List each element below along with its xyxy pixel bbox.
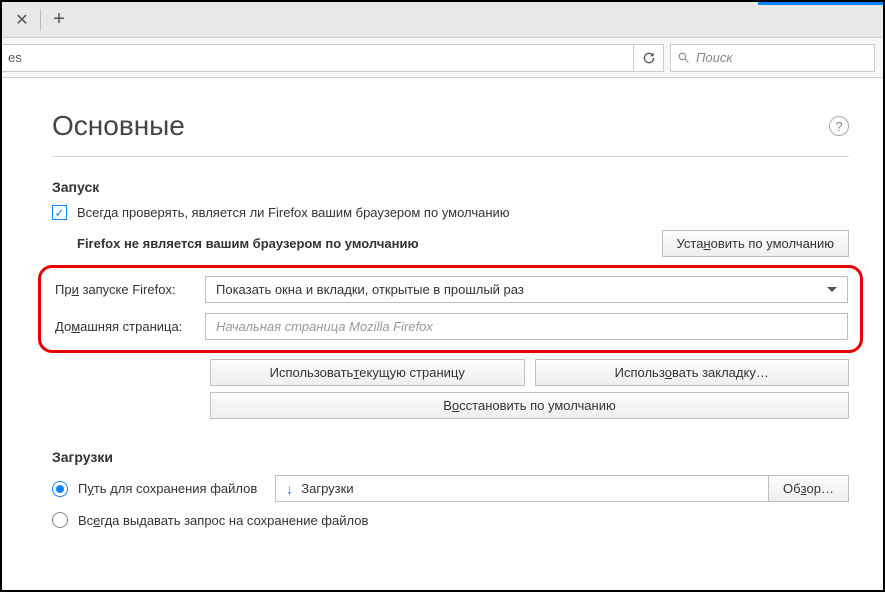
tab-separator xyxy=(40,9,41,31)
reload-button[interactable] xyxy=(634,44,664,72)
restore-default-button[interactable]: Восстановить по умолчанию xyxy=(210,392,849,419)
set-default-button[interactable]: Установить по умолчанию xyxy=(662,230,849,257)
homepage-label: Домашняя страница: xyxy=(53,319,205,334)
title-divider xyxy=(52,156,849,157)
on-startup-label: При запуске Firefox: xyxy=(53,282,205,297)
homepage-placeholder: Начальная страница Mozilla Firefox xyxy=(216,319,433,334)
url-text: es xyxy=(8,50,22,65)
highlight-annotation: При запуске Firefox: Показать окна и вкл… xyxy=(38,265,863,353)
new-tab-button[interactable]: + xyxy=(45,6,73,34)
page-title-row: Основные ? xyxy=(52,110,849,142)
on-startup-select[interactable]: Показать окна и вкладки, открытые в прош… xyxy=(205,276,848,303)
on-startup-row: При запуске Firefox: Показать окна и вкл… xyxy=(53,276,848,303)
downloads-section-title: Загрузки xyxy=(52,449,849,465)
search-field[interactable]: Поиск xyxy=(670,44,875,72)
on-startup-value: Показать окна и вкладки, открытые в прош… xyxy=(216,282,524,297)
search-placeholder: Поиск xyxy=(696,50,733,65)
not-default-text: Firefox не является вашим браузером по у… xyxy=(77,236,419,251)
homepage-row: Домашняя страница: Начальная страница Mo… xyxy=(53,313,848,340)
always-ask-radio[interactable] xyxy=(52,512,68,528)
check-default-label[interactable]: Всегда проверять, является ли Firefox ва… xyxy=(77,205,510,220)
always-ask-row: Всегда выдавать запрос на сохранение фай… xyxy=(52,512,849,528)
save-to-label[interactable]: Путь для сохранения файлов xyxy=(78,481,257,496)
help-button[interactable]: ? xyxy=(829,116,849,136)
browse-button[interactable]: Обзор… xyxy=(768,475,849,502)
browser-window: ✕ + es Поиск Основные ? Запуск xyxy=(0,0,885,592)
check-default-row: ✓ Всегда проверять, является ли Firefox … xyxy=(52,205,849,220)
homepage-input[interactable]: Начальная страница Mozilla Firefox xyxy=(205,313,848,340)
url-field[interactable]: es xyxy=(2,44,634,72)
address-bar-row: es Поиск xyxy=(2,38,883,78)
page-title: Основные xyxy=(52,110,185,142)
download-path-value: Загрузки xyxy=(301,481,353,496)
download-path-field[interactable]: ↓ Загрузки xyxy=(275,475,768,502)
reload-icon xyxy=(642,51,656,65)
use-bookmark-button[interactable]: Использовать закладку… xyxy=(535,359,850,386)
download-arrow-icon: ↓ xyxy=(286,481,293,497)
window-accent-bar xyxy=(758,2,883,5)
startup-section-title: Запуск xyxy=(52,179,849,195)
check-icon: ✓ xyxy=(54,207,64,219)
save-to-radio[interactable] xyxy=(52,481,68,497)
tab-bar: ✕ + xyxy=(2,2,883,38)
search-icon xyxy=(677,51,690,64)
restore-default-row: Восстановить по умолчанию xyxy=(210,392,849,419)
save-to-row: Путь для сохранения файлов ↓ Загрузки Об… xyxy=(52,475,849,502)
always-ask-label[interactable]: Всегда выдавать запрос на сохранение фай… xyxy=(78,513,368,528)
default-browser-row: Firefox не является вашим браузером по у… xyxy=(52,230,849,257)
preferences-content: Основные ? Запуск ✓ Всегда проверять, яв… xyxy=(2,78,883,558)
use-current-page-button[interactable]: Использовать текущую страницу xyxy=(210,359,525,386)
close-tab-button[interactable]: ✕ xyxy=(8,6,36,34)
chevron-down-icon xyxy=(827,287,837,292)
check-default-checkbox[interactable]: ✓ xyxy=(52,205,67,220)
homepage-buttons-row: Использовать текущую страницу Использова… xyxy=(210,359,849,386)
